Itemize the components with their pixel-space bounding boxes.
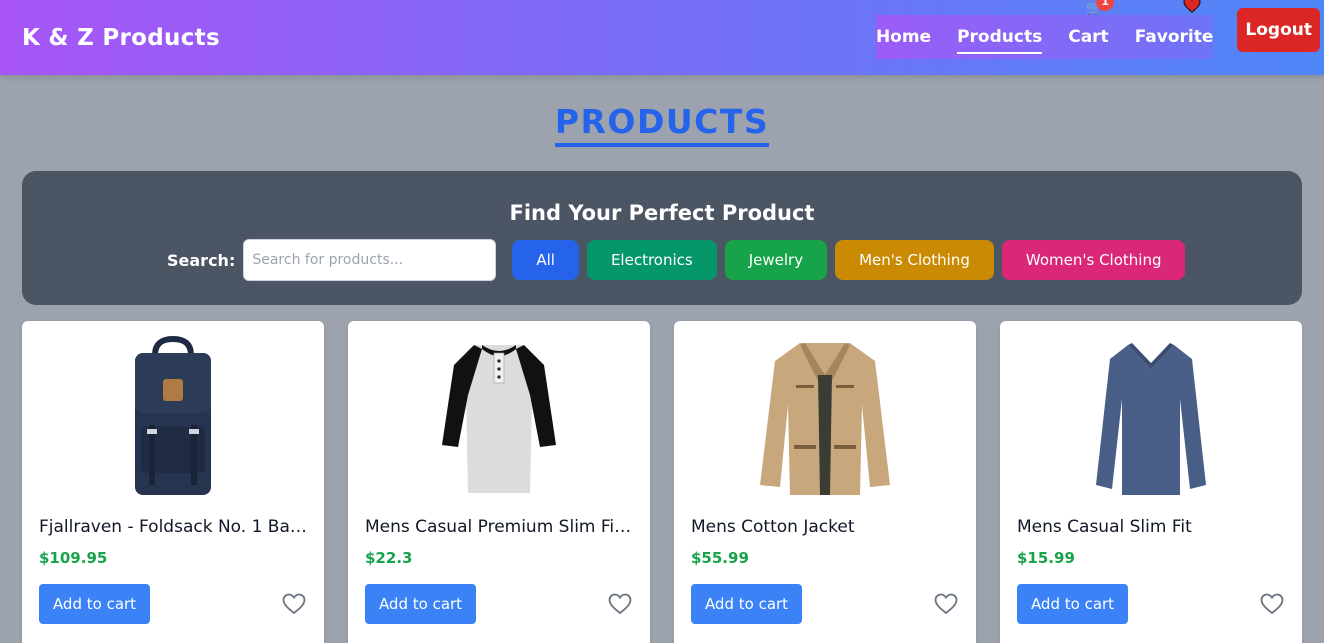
brand-logo[interactable]: K & Z Products <box>22 25 220 51</box>
backpack-image[interactable] <box>22 335 324 499</box>
nav-link-cart[interactable]: 🛒 1 Cart <box>1068 0 1115 51</box>
filter-row: Search: All Electronics Jewelry Men's Cl… <box>167 239 1186 281</box>
nav-link-products[interactable]: Products <box>957 23 1043 54</box>
product-price: $22.3 <box>365 549 413 567</box>
page-title-wrap: PRODUCTS <box>0 102 1324 147</box>
product-title[interactable]: Mens Casual Premium Slim Fit ... <box>365 517 633 537</box>
product-price: $15.99 <box>1017 549 1075 567</box>
nav-link-home[interactable]: Home <box>876 23 931 51</box>
nav-link-cart-label: Cart <box>1068 26 1109 47</box>
cotton-jacket-image[interactable] <box>674 335 976 499</box>
page-title: PRODUCTS <box>554 102 770 147</box>
nav-link-favorite[interactable]: Favorite <box>1134 0 1214 51</box>
product-card: Mens Casual Premium Slim Fit ... $22.3 A… <box>348 321 650 643</box>
product-card: Mens Cotton Jacket $55.99 Add to cart <box>674 321 976 643</box>
logout-button[interactable]: Logout <box>1237 7 1320 52</box>
product-price: $109.95 <box>39 549 108 567</box>
add-to-cart-button[interactable]: Add to cart <box>39 584 150 624</box>
filter-panel: Find Your Perfect Product Search: All El… <box>22 171 1302 305</box>
product-card: Mens Casual Slim Fit $15.99 Add to cart <box>1000 321 1302 643</box>
heart-outline-icon[interactable] <box>608 593 632 615</box>
product-title[interactable]: Fjallraven - Foldsack No. 1 Bac... <box>39 517 307 537</box>
product-price: $55.99 <box>691 549 749 567</box>
category-jewelry-button[interactable]: Jewelry <box>724 240 828 280</box>
filter-heading: Find Your Perfect Product <box>509 201 815 225</box>
nav-links: Home Products 🛒 1 Cart Favorite <box>875 0 1214 59</box>
navbar: K & Z Products Home Products 🛒 1 Cart Fa… <box>0 0 1324 75</box>
category-womens-clothing-button[interactable]: Women's Clothing <box>1001 240 1186 280</box>
search-label: Search: <box>167 250 236 270</box>
nav-right: Home Products 🛒 1 Cart Favorite Logout <box>875 0 1320 59</box>
category-all-button[interactable]: All <box>512 240 579 280</box>
raglan-tshirt-image[interactable] <box>348 335 650 499</box>
heart-outline-icon[interactable] <box>1260 593 1284 615</box>
heart-outline-icon[interactable] <box>934 593 958 615</box>
heart-outline-icon[interactable] <box>282 593 306 615</box>
nav-link-favorite-label: Favorite <box>1134 26 1214 47</box>
product-grid: Fjallraven - Foldsack No. 1 Bac... $109.… <box>22 321 1302 643</box>
category-electronics-button[interactable]: Electronics <box>586 240 717 280</box>
product-title[interactable]: Mens Cotton Jacket <box>691 517 959 537</box>
product-title[interactable]: Mens Casual Slim Fit <box>1017 517 1285 537</box>
cart-count-badge: 1 <box>1096 0 1115 11</box>
add-to-cart-button[interactable]: Add to cart <box>691 584 802 624</box>
longsleeve-shirt-image[interactable] <box>1000 335 1302 499</box>
category-mens-clothing-button[interactable]: Men's Clothing <box>835 240 994 280</box>
add-to-cart-button[interactable]: Add to cart <box>365 584 476 624</box>
search-input[interactable] <box>243 239 497 281</box>
product-card: Fjallraven - Foldsack No. 1 Bac... $109.… <box>22 321 324 643</box>
add-to-cart-button[interactable]: Add to cart <box>1017 584 1128 624</box>
heart-filled-icon <box>1183 0 1201 13</box>
